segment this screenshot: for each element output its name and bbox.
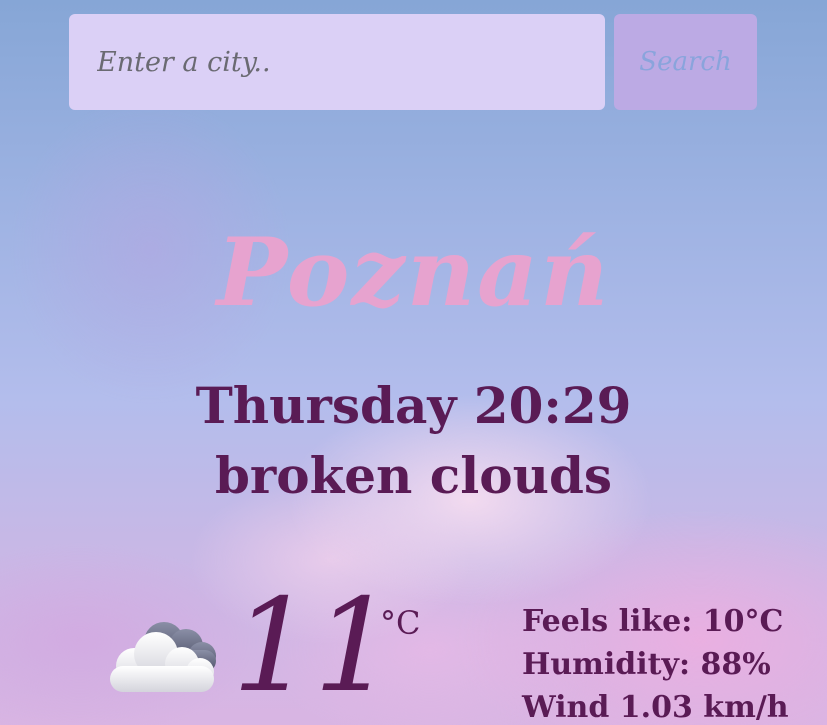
wind-speed: Wind 1.03 km/h — [522, 690, 789, 725]
date-time: Thursday 20:29 — [195, 376, 632, 435]
search-button[interactable]: Search — [614, 14, 757, 110]
feels-like: Feels like: 10°C — [522, 604, 784, 639]
broken-clouds-icon — [104, 614, 222, 694]
city-search-input[interactable] — [69, 14, 605, 110]
temperature-value: 11 — [232, 572, 395, 721]
city-name: Poznań — [216, 218, 611, 328]
weather-description: broken clouds — [214, 446, 613, 505]
weather-details: Feels like: 10°C Humidity: 88% Wind 1.03… — [522, 600, 789, 725]
temperature-unit: °C — [380, 604, 421, 642]
search-bar: Search — [69, 14, 757, 110]
humidity: Humidity: 88% — [522, 647, 771, 682]
